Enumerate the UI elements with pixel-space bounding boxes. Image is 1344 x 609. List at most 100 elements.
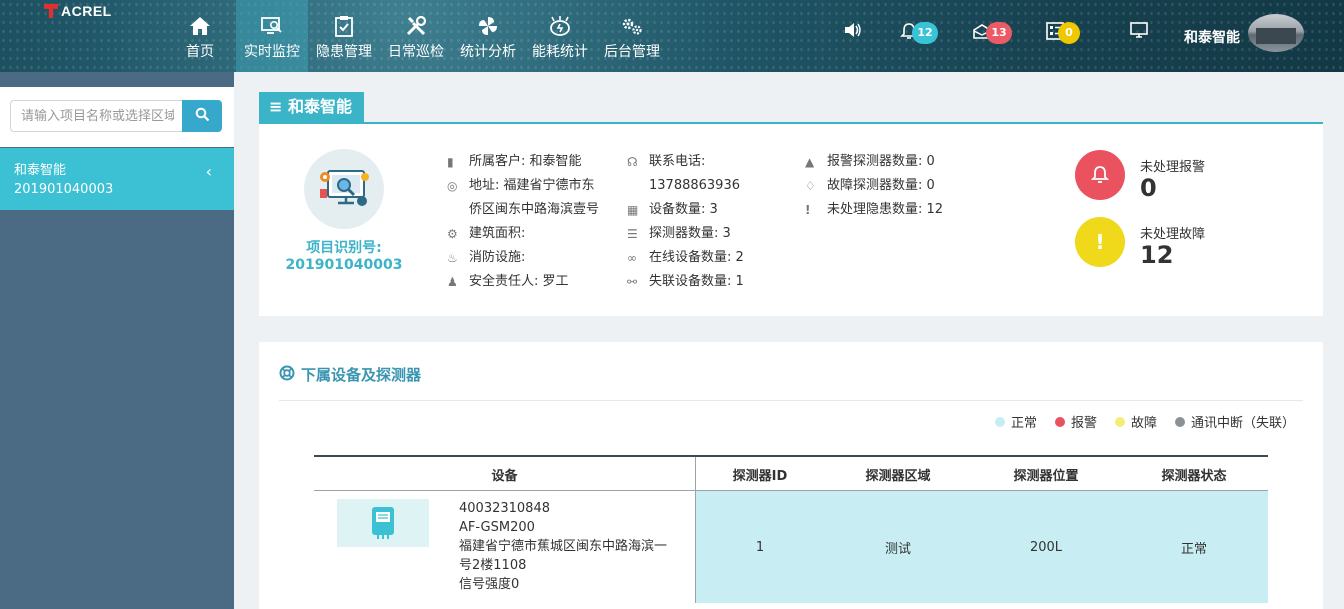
project-info-panel: 项目识别号: 201901040003 ▮ 所属客户: 和泰智能 ◎ 地址: 福建省… (259, 124, 1323, 316)
brand-logo[interactable]: ACREL (44, 3, 112, 19)
devices-panel: 下属设备及探测器 正常 报警 故障 通讯中断（失联） 设备 探测器ID 探测器区… (259, 342, 1323, 609)
legend-dot (1114, 416, 1125, 427)
info-text: 安全责任人: 罗工 (469, 274, 569, 289)
info-customer: ▮ 所属客户: 和泰智能 (447, 150, 607, 174)
speaker-icon (844, 22, 862, 42)
nav-label: 首页 (186, 44, 214, 60)
info-online-count: ∞ 在线设备数量: 2 (627, 246, 777, 270)
bell-icon (1075, 150, 1125, 200)
info-text: 在线设备数量: 2 (649, 250, 744, 265)
tasks-button[interactable]: 0 (1046, 22, 1080, 44)
device-id: 40032310848 (459, 501, 550, 516)
info-fault-detectors: ♢ 故障探测器数量: 0 (805, 174, 985, 198)
nav-label: 后台管理 (604, 44, 660, 60)
info-text: 设备数量: 3 (649, 202, 718, 217)
info-device-count: ▦ 设备数量: 3 (627, 198, 777, 222)
project-id: 项目识别号: 201901040003 (279, 240, 409, 274)
legend-item-fault: 故障 (1114, 412, 1157, 431)
nav-label: 统计分析 (460, 44, 516, 60)
nav-home[interactable]: 首页 (164, 0, 236, 72)
sidebar: 和泰智能 201901040003 ‹ (0, 72, 234, 609)
info-text: 所属客户: 和泰智能 (469, 154, 582, 169)
legend-dot (1174, 416, 1185, 427)
column-header-detector-area: 探测器区域 (865, 468, 931, 484)
nav-realtime-monitor[interactable]: 实时监控 (236, 0, 308, 72)
toolbar: 12 13 0 和泰智能 (804, 0, 1344, 72)
info-text: 建筑面积: (469, 226, 526, 241)
device-signal: 信号强度0 (459, 577, 520, 592)
table-row[interactable]: 40032310848 AF-GSM200 福建省宁德市蕉城区闽东中路海滨一号2… (314, 491, 1268, 603)
warning-icon: ▲ (805, 155, 815, 169)
legend-label: 故障 (1130, 416, 1157, 431)
devices-title-text: 下属设备及探测器 (301, 366, 422, 384)
exclamation-icon: ! (805, 203, 811, 217)
project-title: 和泰智能 (287, 97, 352, 116)
stat-label: 未处理报警 (1140, 160, 1206, 175)
home-icon (189, 15, 211, 37)
legend-item-alarm: 报警 (1054, 412, 1097, 431)
alarm-notifications-button[interactable]: 12 (900, 22, 938, 44)
nav-statistics[interactable]: 统计分析 (452, 0, 524, 72)
nav-daily-inspection[interactable]: 日常巡检 (380, 0, 452, 72)
info-text: 地址: 福建省宁德市东侨区闽东中路海滨壹号 (469, 178, 600, 217)
search-input[interactable] (10, 100, 184, 132)
menu-icon: ≡ (269, 97, 283, 116)
task-count-badge: 0 (1058, 22, 1080, 44)
project-id-value: 201901040003 (285, 257, 403, 273)
column-header-detector-status: 探测器状态 (1161, 468, 1227, 484)
fire-icon: ♨ (447, 251, 458, 265)
clipboard-check-icon (334, 15, 354, 37)
brand-name: ACREL (61, 3, 112, 19)
status-legend: 正常 报警 故障 通讯中断（失联） (994, 412, 1295, 431)
info-text: 报警探测器数量: 0 (827, 154, 935, 169)
nav-label: 实时监控 (244, 44, 300, 60)
detector-position-cell: 200L (972, 491, 1120, 603)
devices-title: 下属设备及探测器 (279, 364, 421, 385)
acrel-logo-icon (44, 4, 58, 18)
legend-item-offline: 通讯中断（失联） (1174, 412, 1295, 431)
nav-admin[interactable]: 后台管理 (596, 0, 668, 72)
stat-value: 12 (1140, 241, 1174, 269)
chevron-left-icon[interactable]: ‹ (206, 162, 212, 181)
device-details: 40032310848 AF-GSM200 福建省宁德市蕉城区闽东中路海滨一号2… (459, 499, 679, 594)
info-text: 未处理隐患数量: 12 (827, 202, 944, 217)
nav-energy-statistics[interactable]: 能耗统计 (524, 0, 596, 72)
device-image (337, 499, 429, 547)
project-code: 201901040003 (14, 182, 114, 197)
info-phone: ☊ 联系电话: 13788863936 (627, 150, 777, 198)
avatar[interactable] (1248, 14, 1304, 52)
info-text: 消防设施: (469, 250, 526, 265)
bell-count-badge: 12 (912, 22, 938, 44)
monitor-icon (1130, 22, 1148, 42)
divider (279, 400, 1303, 401)
sidebar-search-area (0, 87, 234, 147)
legend-item-normal: 正常 (994, 412, 1037, 431)
project-info-column-1: ▮ 所属客户: 和泰智能 ◎ 地址: 福建省宁德市东侨区闽东中路海滨壹号 ⚙ 建筑面积… (447, 150, 607, 294)
info-area: ⚙ 建筑面积: (447, 222, 607, 246)
legend-dot (1054, 416, 1065, 427)
sidebar-item-project[interactable]: 和泰智能 201901040003 ‹ (0, 148, 234, 210)
project-info-column-3: ▲ 报警探测器数量: 0 ♢ 故障探测器数量: 0 ! 未处理隐患数量: 12 (805, 150, 985, 222)
column-header-device: 设备 (314, 457, 696, 491)
info-fire: ♨ 消防设施: (447, 246, 607, 270)
nav-label: 能耗统计 (532, 44, 588, 60)
customer-icon: ▮ (447, 155, 454, 169)
pinwheel-icon (477, 15, 499, 37)
column-header-detector-id: 探测器ID (732, 468, 788, 484)
info-hazards: ! 未处理隐患数量: 12 (805, 198, 985, 222)
user-name[interactable]: 和泰智能 (1184, 27, 1240, 47)
project-title-tab: ≡ 和泰智能 (259, 92, 364, 122)
big-screen-button[interactable] (1130, 22, 1148, 42)
legend-label: 报警 (1070, 416, 1097, 431)
tools-icon (405, 15, 427, 37)
device-model: AF-GSM200 (459, 520, 535, 535)
search-button[interactable] (182, 100, 222, 132)
messages-button[interactable]: 13 (972, 22, 1012, 44)
search-icon (195, 107, 210, 126)
main-content: ≡ 和泰智能 项目识别号: 201901040003 ▮ 所属客户: 和泰智能 ◎… (234, 72, 1344, 609)
detector-status-cell: 正常 (1120, 491, 1268, 603)
info-text: 故障探测器数量: 0 (827, 178, 935, 193)
nav-hazard-management[interactable]: 隐患管理 (308, 0, 380, 72)
table-header: 设备 探测器ID 探测器区域 探测器位置 探测器状态 (314, 455, 1268, 491)
sound-button[interactable] (844, 22, 862, 42)
